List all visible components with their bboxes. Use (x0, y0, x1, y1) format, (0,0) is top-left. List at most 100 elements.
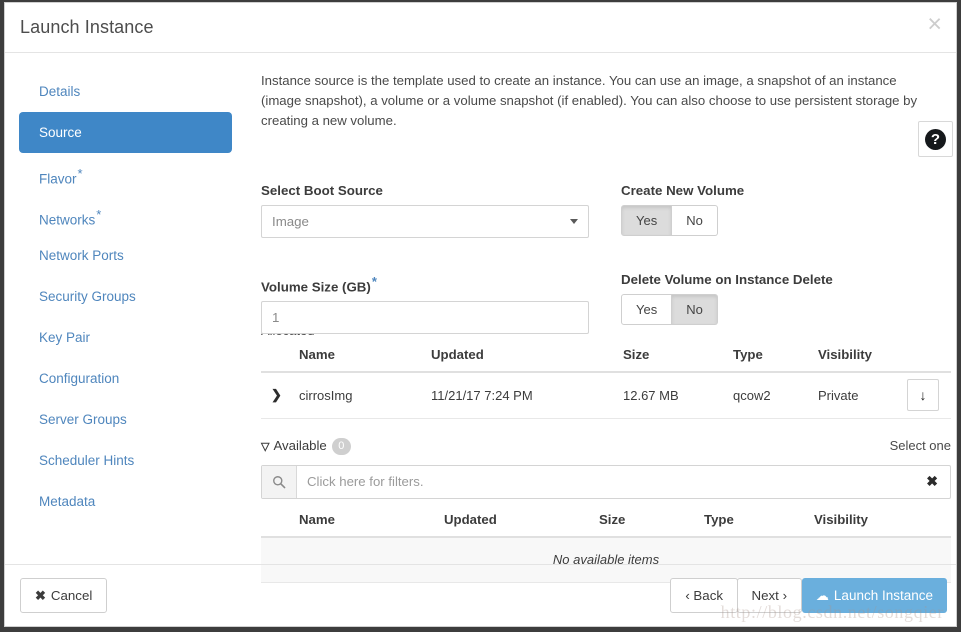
create-new-volume-label: Create New Volume (621, 183, 745, 198)
allocated-table: Name Updated Size Type Visibility ❯ cirr… (261, 342, 951, 419)
available-spacer-header (261, 506, 299, 538)
allocated-cell-visibility: Private (818, 372, 895, 419)
step-description: Instance source is the template used to … (261, 73, 918, 128)
launch-instance-button-label: Launch Instance (833, 588, 933, 603)
sidebar-item-label: Network Ports (39, 248, 124, 263)
volume-size-label: Volume Size (GB)* (261, 274, 591, 294)
available-header-updated: Updated (444, 506, 599, 538)
create-new-volume-yes[interactable]: Yes (621, 205, 673, 236)
cancel-button[interactable]: ✖ Cancel (20, 578, 108, 613)
delete-volume-toggle[interactable]: Yes No (621, 294, 951, 325)
filter-bar[interactable]: ✖ (261, 464, 951, 499)
sidebar-item-label: Server Groups (39, 412, 127, 427)
delete-volume-group: Delete Volume on Instance Delete Yes No (621, 272, 951, 325)
sidebar-item-label: Networks (39, 212, 96, 228)
available-header-visibility: Visibility (814, 506, 951, 538)
search-icon[interactable] (262, 465, 297, 498)
sidebar-item-label: Source (39, 125, 82, 140)
allocated-cell-type: qcow2 (733, 372, 818, 419)
volume-options-column: Create New Volume Yes No Delete Volume o… (621, 183, 951, 325)
close-icon[interactable]: × (927, 12, 942, 37)
sidebar-item-label: Flavor (39, 171, 77, 187)
sidebar-item-label: Security Groups (39, 289, 136, 304)
required-marker: * (96, 207, 102, 222)
boot-source-column: Select Boot Source Image Volume Size (GB… (261, 183, 591, 335)
page-title: Launch Instance (20, 17, 154, 37)
volume-size-label-text: Volume Size (GB) (261, 279, 371, 295)
sidebar-item-key-pair[interactable]: Key Pair (19, 317, 232, 358)
search-input[interactable] (297, 466, 927, 497)
available-count-badge: 0 (331, 437, 351, 455)
allocated-header-type: Type (733, 342, 818, 373)
allocated-header-visibility: Visibility (818, 342, 895, 373)
next-button[interactable]: Next › (736, 578, 802, 613)
allocated-header-size: Size (623, 342, 733, 373)
arrow-down-icon[interactable]: ↓ (907, 379, 939, 412)
delete-volume-label: Delete Volume on Instance Delete (621, 272, 833, 287)
required-marker: * (77, 166, 83, 181)
boot-source-select[interactable]: Image (261, 205, 589, 238)
sidebar-item-scheduler-hints[interactable]: Scheduler Hints (19, 440, 232, 481)
help-button[interactable]: ? (918, 121, 953, 157)
sidebar-item-security-groups[interactable]: Security Groups (19, 276, 232, 317)
available-header: ▽ Available 0 Select one (261, 437, 951, 459)
delete-volume-no[interactable]: No (672, 294, 718, 325)
allocated-cell-actions: ↓ (895, 372, 951, 419)
sidebar-item-label: Scheduler Hints (39, 453, 135, 468)
sidebar-item-configuration[interactable]: Configuration (19, 358, 232, 399)
allocated-header-actions (895, 342, 951, 373)
boot-source-value: Image (272, 214, 309, 229)
allocated-header-updated: Updated (431, 342, 623, 373)
sidebar-item-server-groups[interactable]: Server Groups (19, 399, 232, 440)
available-header-type: Type (704, 506, 814, 538)
delete-volume-yes[interactable]: Yes (621, 294, 673, 325)
chevron-down-icon: ▽ (261, 440, 270, 453)
volume-size-group: Volume Size (GB)* 1 (261, 274, 591, 335)
allocated-expand-cell[interactable]: ❯ (261, 372, 299, 419)
create-new-volume-toggle[interactable]: Yes No (621, 205, 951, 236)
allocated-cell-size: 12.67 MB (623, 372, 733, 419)
available-header-name: Name (299, 506, 444, 538)
available-label: Available (273, 437, 327, 453)
sidebar-item-details[interactable]: Details (19, 71, 232, 112)
allocated-cell-updated: 11/21/17 7:24 PM (431, 372, 623, 419)
sidebar-item-label: Key Pair (39, 330, 91, 345)
back-button[interactable]: ‹ Back (670, 578, 738, 613)
sidebar-item-label: Details (39, 84, 81, 99)
cloud-upload-icon: ☁ (815, 587, 829, 603)
close-x-icon: ✖ (35, 587, 46, 603)
launch-instance-button[interactable]: ☁ Launch Instance (801, 578, 947, 613)
sidebar-item-label: Configuration (39, 371, 120, 386)
launch-instance-dialog: Launch Instance × Details Source Flavor*… (4, 2, 957, 627)
volume-size-input[interactable]: 1 (261, 301, 589, 335)
dialog-footer: ✖ Cancel ‹ Back Next › ☁ Launch Instance… (5, 564, 956, 626)
allocated-header-row: Name Updated Size Type Visibility (261, 342, 951, 373)
available-header-size: Size (599, 506, 704, 538)
help-icon: ? (925, 128, 946, 150)
source-form: Select Boot Source Image Volume Size (GB… (261, 183, 951, 335)
available-header-row: Name Updated Size Type Visibility (261, 506, 951, 538)
clear-icon[interactable]: ✖ (926, 473, 938, 490)
create-new-volume-no[interactable]: No (672, 205, 718, 236)
dialog-header: Launch Instance × (5, 3, 956, 53)
sidebar-item-source[interactable]: Source (19, 112, 232, 153)
sidebar-item-networks[interactable]: Networks* (19, 194, 232, 235)
allocated-expand-header (261, 342, 299, 373)
chevron-down-icon (570, 219, 578, 224)
select-one-hint: Select one (889, 437, 951, 453)
allocated-header-name: Name (299, 342, 431, 373)
cancel-button-label: Cancel (50, 588, 93, 603)
sidebar-item-network-ports[interactable]: Network Ports (19, 235, 232, 276)
sidebar-item-label: Metadata (39, 494, 96, 509)
sidebar-item-metadata[interactable]: Metadata (19, 481, 232, 522)
required-marker: * (371, 274, 377, 289)
boot-source-label: Select Boot Source (261, 183, 383, 198)
step-content: Instance source is the template used to … (261, 71, 953, 583)
available-toggle[interactable]: ▽ Available 0 (261, 437, 351, 455)
wizard-step-nav: Details Source Flavor* Networks* Network… (19, 71, 232, 522)
chevron-right-icon[interactable]: ❯ (271, 387, 282, 403)
table-row[interactable]: ❯ cirrosImg 11/21/17 7:24 PM 12.67 MB qc… (261, 372, 951, 419)
allocated-cell-name: cirrosImg (299, 372, 431, 419)
dialog-body: Details Source Flavor* Networks* Network… (5, 53, 956, 583)
sidebar-item-flavor[interactable]: Flavor* (19, 153, 232, 194)
